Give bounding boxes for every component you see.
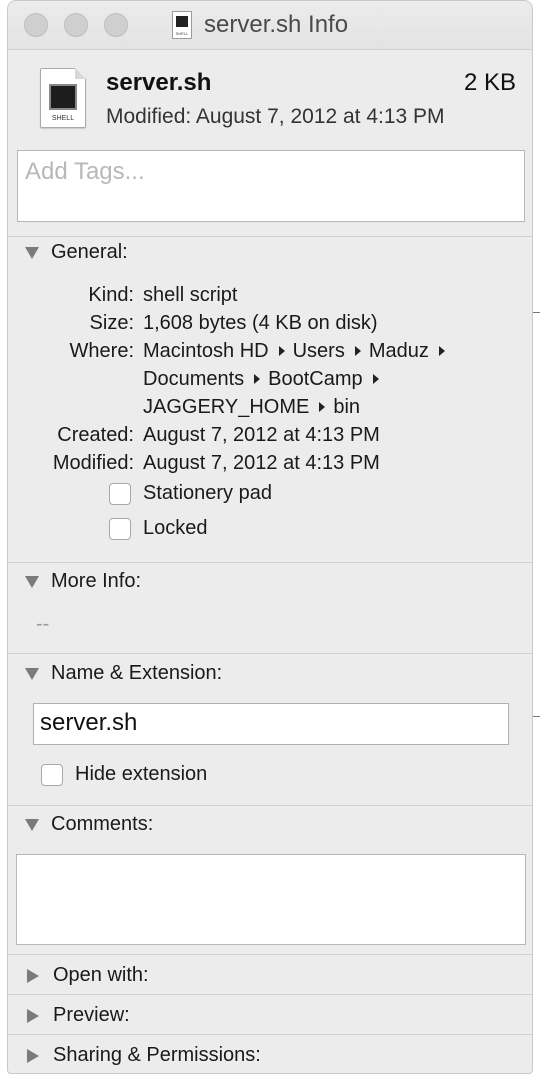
hide-extension-checkbox[interactable] — [41, 763, 63, 786]
close-button[interactable] — [24, 13, 48, 37]
divider — [8, 1034, 532, 1035]
kind-label: Kind: — [88, 284, 134, 306]
section-name-extension-header[interactable]: Name & Extension: — [25, 662, 222, 685]
path-segment: Maduz — [368, 340, 429, 362]
shell-script-file-icon: SHELL — [172, 11, 192, 39]
section-general-title: General: — [51, 241, 128, 263]
disclosure-triangle-open-icon[interactable] — [25, 246, 39, 259]
path-arrow-icon — [372, 373, 379, 384]
stationery-pad-option[interactable]: Stationery pad — [109, 482, 272, 505]
locked-label: Locked — [143, 517, 208, 539]
window-title: server.sh Info — [204, 11, 349, 38]
created-value: August 7, 2012 at 4:13 PM — [143, 424, 380, 446]
file-header: SHELL server.sh 2 KB Modified: August 7,… — [8, 49, 532, 145]
section-preview-header[interactable]: Preview: — [25, 1004, 130, 1027]
path-arrow-icon — [354, 345, 361, 356]
locked-option[interactable]: Locked — [109, 517, 208, 540]
disclosure-triangle-closed-icon[interactable] — [27, 1008, 39, 1023]
tags-field[interactable] — [17, 150, 525, 222]
stationery-pad-checkbox[interactable] — [109, 482, 131, 505]
zoom-button[interactable] — [104, 13, 128, 37]
divider — [8, 805, 532, 806]
section-comments-title: Comments: — [51, 813, 154, 835]
section-general-header[interactable]: General: — [25, 241, 128, 264]
minimize-button[interactable] — [64, 13, 88, 37]
where-path-line-2: Documents BootCamp — [143, 368, 387, 391]
size-value: 1,608 bytes (4 KB on disk) — [143, 312, 378, 334]
section-name-extension-title: Name & Extension: — [51, 662, 223, 684]
section-more-info-header[interactable]: More Info: — [25, 570, 141, 593]
path-arrow-icon — [278, 345, 285, 356]
path-segment: JAGGERY_HOME — [143, 396, 310, 418]
more-info-value: -- — [36, 613, 50, 635]
size-label: Size: — [89, 312, 134, 334]
modified-label: Modified: — [52, 452, 134, 474]
section-open-with-header[interactable]: Open with: — [25, 964, 149, 987]
shell-document-icon: SHELL — [40, 68, 86, 128]
path-segment: Users — [292, 340, 345, 362]
disclosure-triangle-closed-icon[interactable] — [27, 968, 39, 983]
divider — [8, 653, 532, 654]
section-preview-title: Preview: — [53, 1004, 130, 1026]
divider — [8, 562, 532, 563]
name-input[interactable] — [40, 709, 502, 737]
file-size: 2 KB — [463, 69, 516, 96]
file-icon-label: SHELL — [51, 115, 75, 122]
created-label: Created: — [57, 424, 134, 446]
where-path-line-1: Macintosh HD Users Maduz — [143, 340, 453, 363]
path-arrow-icon — [254, 373, 261, 384]
path-arrow-icon — [319, 401, 326, 412]
tags-input[interactable] — [23, 157, 523, 187]
divider — [8, 954, 532, 955]
locked-checkbox[interactable] — [109, 517, 131, 540]
disclosure-triangle-closed-icon[interactable] — [27, 1048, 39, 1063]
path-segment: Documents — [143, 368, 245, 390]
section-more-info-title: More Info: — [51, 570, 142, 592]
header-modified-date: Modified: August 7, 2012 at 4:13 PM — [106, 105, 445, 128]
title-bar[interactable]: SHELL server.sh Info — [8, 1, 532, 50]
section-sharing-permissions-header[interactable]: Sharing & Permissions: — [25, 1044, 261, 1067]
path-arrow-icon — [438, 345, 445, 356]
stationery-pad-label: Stationery pad — [143, 482, 272, 504]
info-window: SHELL server.sh Info SHELL server.sh 2 K… — [7, 0, 533, 1074]
disclosure-triangle-open-icon[interactable] — [25, 818, 39, 831]
window-title-group: SHELL server.sh Info — [172, 9, 348, 41]
where-label: Where: — [69, 340, 134, 362]
kind-value: shell script — [143, 284, 238, 306]
path-segment: bin — [333, 396, 361, 418]
comments-textarea[interactable] — [16, 854, 526, 945]
section-sharing-permissions-title: Sharing & Permissions: — [53, 1044, 261, 1066]
modified-value: August 7, 2012 at 4:13 PM — [143, 452, 380, 474]
file-name: server.sh — [106, 69, 212, 96]
disclosure-triangle-open-icon[interactable] — [25, 575, 39, 588]
background-edge-mark — [533, 716, 540, 717]
disclosure-triangle-open-icon[interactable] — [25, 667, 39, 680]
where-path-line-3: JAGGERY_HOME bin — [143, 396, 360, 419]
path-segment: Macintosh HD — [143, 340, 269, 362]
section-comments-header[interactable]: Comments: — [25, 813, 153, 836]
name-field[interactable] — [33, 703, 509, 745]
path-segment: BootCamp — [268, 368, 363, 390]
hide-extension-label: Hide extension — [75, 763, 208, 785]
background-edge-mark — [533, 312, 540, 313]
hide-extension-option[interactable]: Hide extension — [41, 763, 207, 786]
section-open-with-title: Open with: — [53, 964, 149, 986]
divider — [8, 236, 532, 237]
divider — [8, 994, 532, 995]
